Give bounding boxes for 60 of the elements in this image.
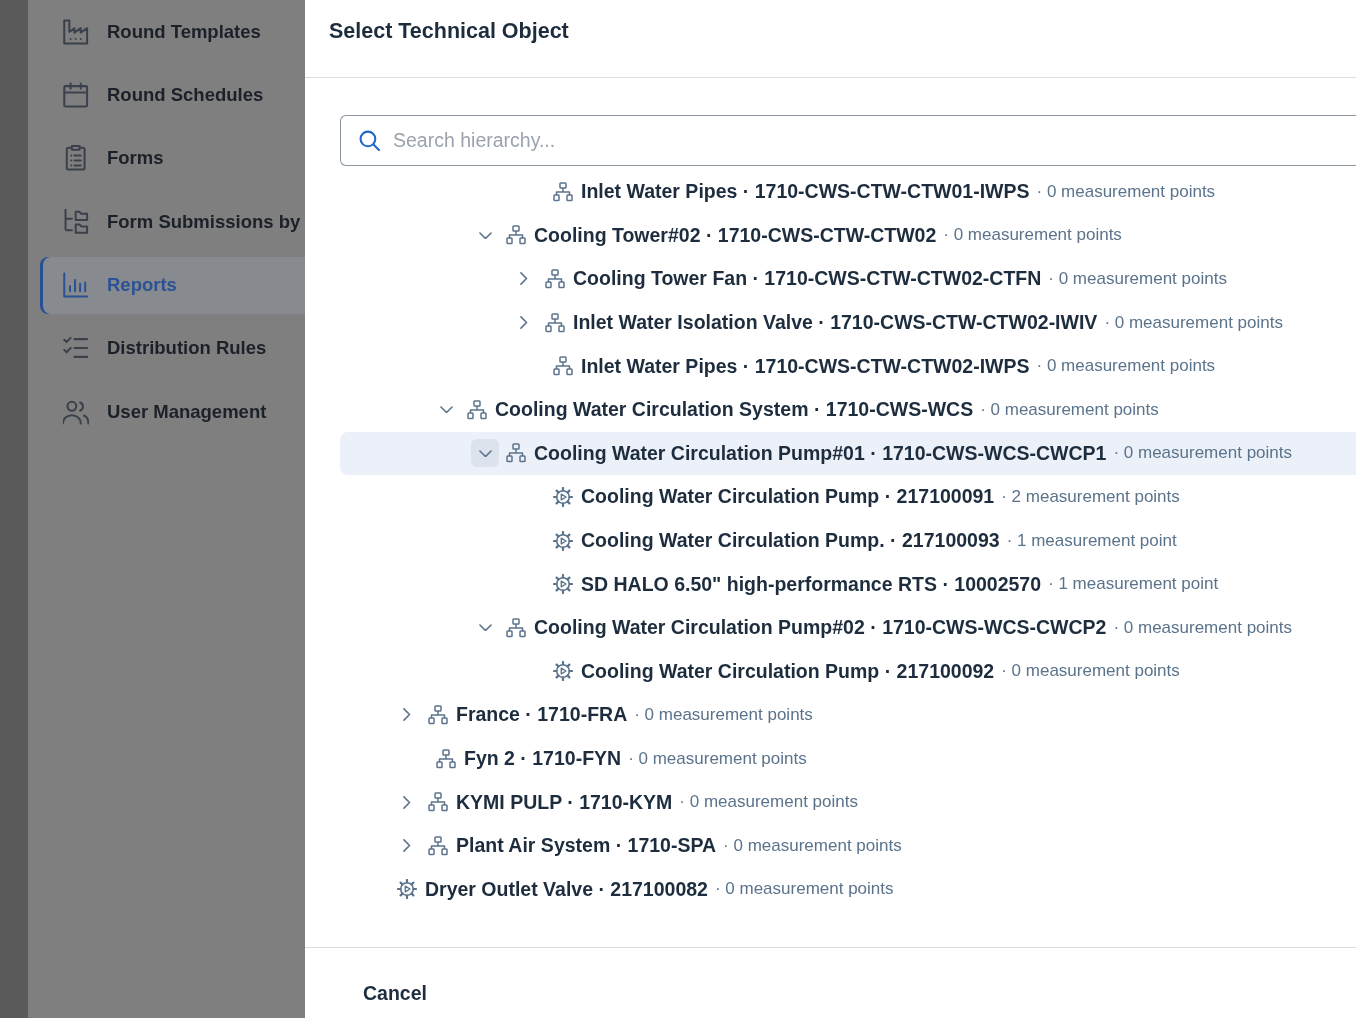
nav-item[interactable]: Round Templates [40,3,305,60]
factory-icon [63,18,89,45]
tree-item[interactable]: SD HALO 6.50" high-performance RTS · 10002570 · 1 measurement point [340,562,1356,606]
gear-icon [553,661,573,682]
hierarchy-icon [506,617,526,638]
bar-chart-icon [63,272,89,299]
tree-item[interactable]: Cooling Water Circulation Pump · 217100092 · 0 measurement points [340,649,1356,694]
hierarchy-icon [545,269,565,289]
tree-item[interactable]: Inlet Water Pipes · 1710-CWS-CTW-CTW01-IWPS · 0 measurement points [340,170,1356,214]
tree-item[interactable]: France · 1710-FRA · 0 measurement points [340,693,1356,737]
gear-icon [397,879,417,900]
tree-item[interactable]: Dryer Outlet Valve · 217100082 · 0 measurement points [340,867,1356,912]
tree-item[interactable]: Cooling Water Circulation Pump#01 · 1710-CWS-WCS-CWCP1 · 0 measurement points [340,431,1356,476]
tree-item[interactable]: Inlet Water Isolation Valve · 1710-CWS-CTW-CTW02-IWIV · 0 measurement points [340,300,1356,345]
tree-item[interactable]: Cooling Water Circulation Pump · 217100091 · 2 measurement points [340,475,1356,519]
gear-icon [553,530,573,551]
tree-item[interactable]: Plant Air System · 1710-SPA · 0 measurement points [340,823,1356,868]
users-icon [63,398,89,425]
clipboard-icon [63,145,89,172]
hierarchy-icon [553,181,573,202]
hierarchy-icon [436,748,456,769]
hierarchy-icon [553,356,573,377]
chevron-down-icon [478,449,492,458]
dialog-title: Select Technical Object [329,18,569,45]
tree-item[interactable]: Cooling Water Circulation System · 1710-CWS-WCS · 0 measurement points [340,387,1356,432]
chevron-right-icon [403,708,411,722]
hierarchy-icon [428,704,448,725]
hierarchy-icon [506,443,526,464]
tree-item[interactable]: Cooling Water Circulation Pump#02 · 1710-CWS-WCS-CWCP2 · 0 measurement points [340,605,1356,650]
tree-item[interactable]: Fyn 2 · 1710-FYN · 0 measurement points [340,736,1356,781]
cancel-button[interactable]: Cancel [347,975,443,1011]
gear-icon [553,486,573,507]
tree-item[interactable]: KYMI PULP · 1710-KYM · 0 measurement points [340,780,1356,824]
chevron-right-icon [520,316,528,330]
chevron-down-icon [439,406,453,414]
calendar-icon [63,81,89,108]
search-field[interactable]: Search hierarchy... [340,115,1356,166]
chevron-down-icon [478,231,492,240]
hierarchy-icon [428,792,448,813]
chevron-right-icon [520,272,528,286]
nav-item[interactable]: Round Schedules [40,66,305,124]
tree-item[interactable]: Cooling Tower Fan · 1710-CWS-CTW-CTW02-CTFN · 0 measurement points [340,257,1356,301]
nav-item[interactable]: Form Submissions by [40,193,305,251]
nav-item[interactable]: User Management [40,383,305,441]
nav-item[interactable]: Forms [40,129,305,187]
search-icon [359,130,380,151]
expand-toggle[interactable] [471,439,499,468]
hierarchy-icon [506,225,526,246]
hierarchy-icon [467,399,487,420]
nav-item[interactable]: Distribution Rules [40,319,305,377]
tree-item[interactable]: Cooling Tower#02 · 1710-CWS-CTW-CTW02 · 0 measurement points [340,213,1356,258]
hierarchy-icon [428,835,448,856]
tree-item[interactable]: Cooling Water Circulation Pump. · 217100093 · 1 measurement point [340,518,1356,563]
hierarchy-icon [545,312,565,333]
gear-icon [553,574,573,595]
chevron-down-icon [478,624,492,632]
tree-item[interactable]: Inlet Water Pipes · 1710-CWS-CTW-CTW02-IWPS · 0 measurement points [340,344,1356,388]
folder-tree-icon [63,208,89,235]
chevron-right-icon [403,795,411,809]
chevron-right-icon [403,839,411,853]
